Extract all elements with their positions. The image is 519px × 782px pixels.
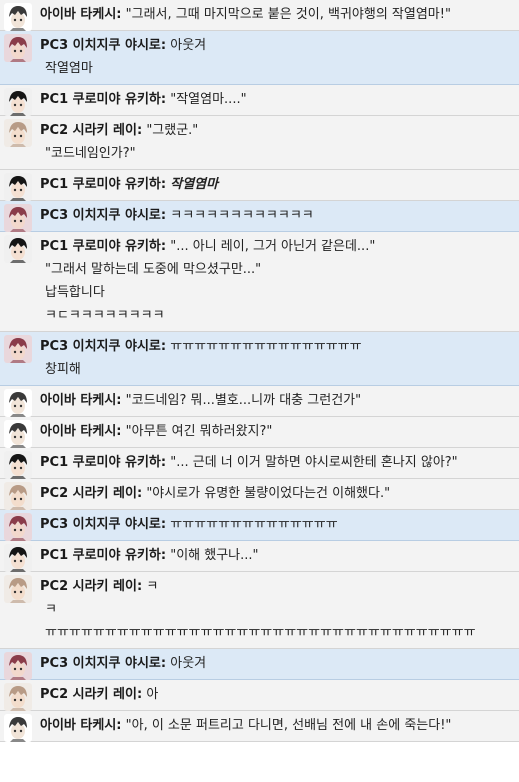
message-continuation: "코드네임인가?" (45, 146, 136, 161)
chat-message: PC2 시라키 레이: "그랬군." "코드네임인가?" (0, 116, 519, 170)
message-first-line: PC3 이치지쿠 야시로: ㅠㅠㅠㅠㅠㅠㅠㅠㅠㅠㅠㅠㅠㅠ (40, 514, 513, 536)
speaker-name: PC2 시라키 레이: (40, 123, 143, 138)
avatar (4, 204, 32, 232)
chat-message: PC1 쿠로미야 유키하: "작열염마...." (0, 85, 519, 116)
message-text: ㅋ (146, 579, 159, 594)
avatar (4, 544, 32, 572)
message-continuation: 납득합니다 (45, 285, 105, 300)
chat-message: 아이바 타케시: "코드네임? 뭐...별호...니까 대충 그런건가" (0, 386, 519, 417)
chat-message: PC1 쿠로미야 유키하: 작열염마 (0, 170, 519, 201)
speaker-name: PC3 이치지쿠 야시로: (40, 208, 167, 223)
message-first-line: PC2 시라키 레이: "야시로가 유명한 불량이었다는건 이해했다." (40, 483, 513, 505)
speaker-name: PC3 이치지쿠 야시로: (40, 656, 167, 671)
message-text: ㅠㅠㅠㅠㅠㅠㅠㅠㅠㅠㅠㅠㅠㅠ (170, 517, 338, 532)
message-text: 아 (146, 687, 159, 702)
message-first-line: PC2 시라키 레이: 아 (40, 684, 513, 706)
speaker-name: PC3 이치지쿠 야시로: (40, 339, 167, 354)
speaker-name: 아이바 타케시: (40, 7, 122, 22)
chat-message: PC3 이치지쿠 야시로: 아웃겨작열염마 (0, 31, 519, 85)
message-text: "이해 했구나..." (170, 548, 259, 563)
chat-message: 아이바 타케시: "아, 이 소문 퍼트리고 다니면, 선배님 전에 내 손에 … (0, 711, 519, 742)
chat-message: PC1 쿠로미야 유키하: "... 근데 너 이거 말하면 야시로씨한테 혼나… (0, 448, 519, 479)
chat-log: 아이바 타케시: "그래서, 그때 마지막으로 붙은 것이, 백귀야행의 작열염… (0, 0, 519, 742)
message-first-line: PC2 시라키 레이: ㅋ (40, 576, 513, 598)
avatar (4, 513, 32, 541)
avatar (4, 119, 32, 147)
speaker-name: PC1 쿠로미야 유키하: (40, 455, 167, 470)
message-continuation: 창피해 (45, 362, 81, 377)
chat-message: 아이바 타케시: "그래서, 그때 마지막으로 붙은 것이, 백귀야행의 작열염… (0, 0, 519, 31)
avatar (4, 652, 32, 680)
avatar (4, 34, 32, 62)
message-first-line: PC1 쿠로미야 유키하: 작열염마 (40, 174, 513, 196)
message-first-line: 아이바 타케시: "그래서, 그때 마지막으로 붙은 것이, 백귀야행의 작열염… (40, 4, 513, 26)
chat-message: PC3 이치지쿠 야시로: ㅋㅋㅋㅋㅋㅋㅋㅋㅋㅋㅋㅋ (0, 201, 519, 232)
speaker-name: 아이바 타케시: (40, 424, 122, 439)
speaker-name: 아이바 타케시: (40, 393, 122, 408)
message-first-line: PC3 이치지쿠 야시로: ㅋㅋㅋㅋㅋㅋㅋㅋㅋㅋㅋㅋ (40, 205, 513, 227)
message-text: 작열염마 (170, 177, 219, 192)
message-text: ㅠㅠㅠㅠㅠㅠㅠㅠㅠㅠㅠㅠㅠㅠㅠㅠ (170, 339, 362, 354)
avatar (4, 88, 32, 116)
message-text: 아웃겨 (170, 656, 207, 671)
avatar (4, 575, 32, 603)
speaker-name: PC1 쿠로미야 유키하: (40, 177, 167, 192)
message-first-line: PC1 쿠로미야 유키하: "이해 했구나..." (40, 545, 513, 567)
avatar (4, 451, 32, 479)
avatar (4, 3, 32, 31)
chat-message: PC3 이치지쿠 야시로: 아웃겨 (0, 649, 519, 680)
message-text: "아, 이 소문 퍼트리고 다니면, 선배님 전에 내 손에 죽는다!" (125, 718, 452, 733)
speaker-name: PC1 쿠로미야 유키하: (40, 548, 167, 563)
avatar (4, 235, 32, 263)
message-text: 아웃겨 (170, 38, 207, 53)
speaker-name: PC2 시라키 레이: (40, 579, 143, 594)
speaker-name: PC2 시라키 레이: (40, 687, 143, 702)
chat-message: PC2 시라키 레이: "야시로가 유명한 불량이었다는건 이해했다." (0, 479, 519, 510)
message-first-line: 아이바 타케시: "아, 이 소문 퍼트리고 다니면, 선배님 전에 내 손에 … (40, 715, 513, 737)
message-text: "작열염마...." (170, 92, 247, 107)
message-text: "... 아니 레이, 그거 아닌거 같은데..." (170, 239, 376, 254)
message-first-line: PC1 쿠로미야 유키하: "... 근데 너 이거 말하면 야시로씨한테 혼나… (40, 452, 513, 474)
message-text: ㅋㅋㅋㅋㅋㅋㅋㅋㅋㅋㅋㅋ (170, 208, 314, 223)
speaker-name: 아이바 타케시: (40, 718, 122, 733)
chat-message: PC3 이치지쿠 야시로: ㅠㅠㅠㅠㅠㅠㅠㅠㅠㅠㅠㅠㅠㅠㅠㅠ 창피해 (0, 332, 519, 386)
message-continuation: ㅋㄷㅋㅋㅋㅋㅋㅋㅋㅋ (45, 308, 165, 323)
avatar (4, 173, 32, 201)
message-first-line: 아이바 타케시: "아무튼 여긴 뭐하러왔지?" (40, 421, 513, 443)
avatar (4, 335, 32, 363)
message-text: "... 근데 너 이거 말하면 야시로씨한테 혼나지 않아?" (170, 455, 458, 470)
avatar (4, 683, 32, 711)
message-first-line: PC3 이치지쿠 야시로: 아웃겨 (40, 653, 513, 675)
chat-message: PC3 이치지쿠 야시로: ㅠㅠㅠㅠㅠㅠㅠㅠㅠㅠㅠㅠㅠㅠ (0, 510, 519, 541)
message-text: "아무튼 여긴 뭐하러왔지?" (125, 424, 273, 439)
message-first-line: PC3 이치지쿠 야시로: ㅠㅠㅠㅠㅠㅠㅠㅠㅠㅠㅠㅠㅠㅠㅠㅠ (40, 336, 513, 358)
speaker-name: PC3 이치지쿠 야시로: (40, 38, 167, 53)
message-first-line: 아이바 타케시: "코드네임? 뭐...별호...니까 대충 그런건가" (40, 390, 513, 412)
speaker-name: PC3 이치지쿠 야시로: (40, 517, 167, 532)
speaker-name: PC1 쿠로미야 유키하: (40, 239, 167, 254)
speaker-name: PC1 쿠로미야 유키하: (40, 92, 167, 107)
message-continuation: "그래서 말하는데 도중에 막으셨구만..." (45, 262, 262, 277)
speaker-name: PC2 시라키 레이: (40, 486, 143, 501)
message-text: "야시로가 유명한 불량이었다는건 이해했다." (146, 486, 391, 501)
message-first-line: PC3 이치지쿠 야시로: 아웃겨 (40, 35, 513, 57)
avatar (4, 389, 32, 417)
avatar (4, 714, 32, 742)
message-first-line: PC2 시라키 레이: "그랬군." (40, 120, 513, 142)
chat-message: PC2 시라키 레이: ㅋㅋㅠㅠㅠㅠㅠㅠㅠㅠㅠㅠㅠㅠㅠㅠㅠㅠㅠㅠㅠㅠㅠㅠㅠㅠㅠㅠ… (0, 572, 519, 649)
message-continuation: ㅠㅠㅠㅠㅠㅠㅠㅠㅠㅠㅠㅠㅠㅠㅠㅠㅠㅠㅠㅠㅠㅠㅠㅠㅠㅠㅠㅠㅠㅠㅠㅠㅠㅠㅠㅠ (45, 625, 476, 640)
chat-message: PC1 쿠로미야 유키하: "이해 했구나..." (0, 541, 519, 572)
chat-message: PC2 시라키 레이: 아 (0, 680, 519, 711)
message-first-line: PC1 쿠로미야 유키하: "작열염마...." (40, 89, 513, 111)
avatar (4, 420, 32, 448)
message-continuation: ㅋ (45, 602, 57, 617)
chat-message: PC1 쿠로미야 유키하: "... 아니 레이, 그거 아닌거 같은데..."… (0, 232, 519, 332)
message-continuation: 작열염마 (45, 61, 93, 76)
message-text: "그랬군." (146, 123, 199, 138)
message-text: "그래서, 그때 마지막으로 붙은 것이, 백귀야행의 작열염마!" (125, 7, 451, 22)
message-text: "코드네임? 뭐...별호...니까 대충 그런건가" (125, 393, 362, 408)
avatar (4, 482, 32, 510)
message-first-line: PC1 쿠로미야 유키하: "... 아니 레이, 그거 아닌거 같은데..." (40, 236, 513, 258)
chat-message: 아이바 타케시: "아무튼 여긴 뭐하러왔지?" (0, 417, 519, 448)
